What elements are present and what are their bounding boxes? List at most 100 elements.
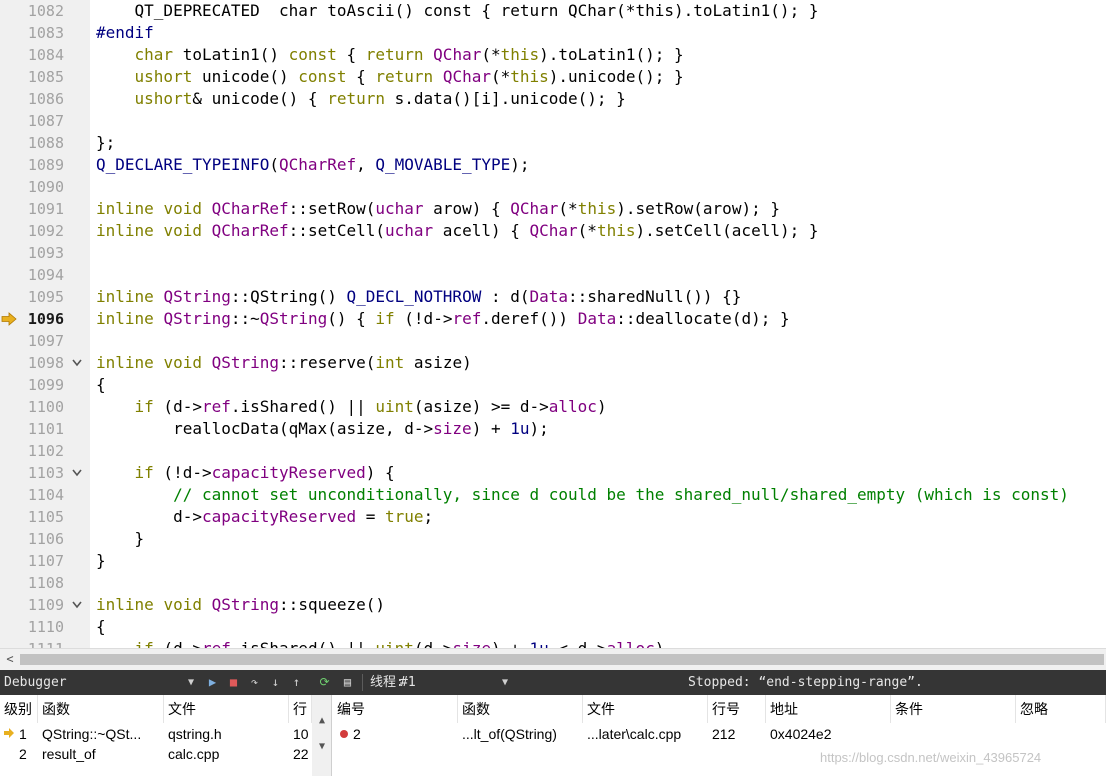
line-number[interactable]: 1083: [0, 22, 64, 44]
code-text[interactable]: // cannot set unconditionally, since d c…: [96, 484, 1069, 506]
bp-header-ignore[interactable]: 忽略: [1016, 695, 1106, 723]
code-line[interactable]: 1091 inline void QCharRef::setRow(uchar a…: [0, 198, 1106, 220]
stack-header-function[interactable]: 函数: [38, 695, 164, 723]
code-line[interactable]: 1093: [0, 242, 1106, 264]
code-text[interactable]: reallocData(qMax(asize, d->size) + 1u);: [96, 418, 549, 440]
code-line[interactable]: 1089 Q_DECLARE_TYPEINFO(QCharRef, Q_MOVAB…: [0, 154, 1106, 176]
stack-vertical-scrollbar[interactable]: ▲ ▼: [312, 695, 331, 776]
line-number[interactable]: 1105: [0, 506, 64, 528]
line-number[interactable]: 1109: [0, 594, 64, 616]
line-number[interactable]: 1108: [0, 572, 64, 594]
code-line[interactable]: 1085 ushort unicode() const { return QCh…: [0, 66, 1106, 88]
line-number[interactable]: 1095: [0, 286, 64, 308]
code-line[interactable]: 1102: [0, 440, 1106, 462]
code-text[interactable]: inline void QString::reserve(int asize): [96, 352, 472, 374]
line-number[interactable]: 1098: [0, 352, 64, 374]
stack-header-file[interactable]: 文件: [164, 695, 289, 723]
code-line[interactable]: 1105 d->capacityReserved = true;: [0, 506, 1106, 528]
line-number[interactable]: 1097: [0, 330, 64, 352]
bp-header-address[interactable]: 地址: [766, 695, 891, 723]
restart-icon[interactable]: ⟳: [316, 674, 333, 691]
code-line[interactable]: 1097: [0, 330, 1106, 352]
line-number[interactable]: 1094: [0, 264, 64, 286]
code-text[interactable]: inline void QCharRef::setRow(uchar arow)…: [96, 198, 780, 220]
continue-icon[interactable]: ▶: [204, 674, 221, 691]
step-out-icon[interactable]: ↑: [288, 674, 305, 691]
code-line[interactable]: 1099 {: [0, 374, 1106, 396]
line-number[interactable]: 1104: [0, 484, 64, 506]
code-line[interactable]: 1110 {: [0, 616, 1106, 638]
line-number[interactable]: 1091: [0, 198, 64, 220]
bp-header-number[interactable]: 编号: [333, 695, 458, 723]
line-number[interactable]: 1085: [0, 66, 64, 88]
code-line[interactable]: 1086 ushort& unicode() { return s.data()…: [0, 88, 1106, 110]
code-line[interactable]: 1094: [0, 264, 1106, 286]
scroll-left-icon[interactable]: <: [2, 651, 18, 667]
code-line[interactable]: 1084 char toLatin1() const { return QCha…: [0, 44, 1106, 66]
code-text[interactable]: inline void QCharRef::setCell(uchar acel…: [96, 220, 819, 242]
scroll-down-icon[interactable]: ▼: [312, 739, 331, 755]
code-line[interactable]: 1109 inline void QString::squeeze(): [0, 594, 1106, 616]
stack-header-level[interactable]: 级别: [0, 695, 38, 723]
code-text[interactable]: if (!d->capacityReserved) {: [96, 462, 395, 484]
line-number[interactable]: 1101: [0, 418, 64, 440]
code-text[interactable]: ushort unicode() const { return QChar(*t…: [96, 66, 684, 88]
stack-header-line[interactable]: 行: [289, 695, 312, 723]
line-number[interactable]: 1106: [0, 528, 64, 550]
bp-header-file[interactable]: 文件: [583, 695, 708, 723]
line-number[interactable]: 1099: [0, 374, 64, 396]
step-into-icon[interactable]: ↓: [267, 674, 284, 691]
line-number[interactable]: 1086: [0, 88, 64, 110]
scroll-up-icon[interactable]: ▲: [312, 713, 331, 729]
code-text[interactable]: Q_DECLARE_TYPEINFO(QCharRef, Q_MOVABLE_T…: [96, 154, 529, 176]
code-text[interactable]: if (d->ref.isShared() || uint(d->size) +…: [96, 638, 665, 648]
code-text[interactable]: inline QString::~QString() { if (!d->ref…: [96, 308, 790, 330]
code-line[interactable]: 1104 // cannot set unconditionally, sinc…: [0, 484, 1106, 506]
bp-header-condition[interactable]: 条件: [891, 695, 1016, 723]
code-line[interactable]: 1100 if (d->ref.isShared() || uint(asize…: [0, 396, 1106, 418]
code-text[interactable]: d->capacityReserved = true;: [96, 506, 433, 528]
horizontal-scrollbar[interactable]: <: [0, 648, 1106, 670]
code-line[interactable]: 1106 }: [0, 528, 1106, 550]
fold-chevron-icon[interactable]: [70, 352, 84, 374]
code-line[interactable]: 1095 inline QString::QString() Q_DECL_NOT…: [0, 286, 1106, 308]
scrollbar-thumb[interactable]: [20, 654, 1104, 665]
code-line[interactable]: 1083 #endif: [0, 22, 1106, 44]
line-number[interactable]: 1103: [0, 462, 64, 484]
code-line[interactable]: 1111 if (d->ref.isShared() || uint(d->si…: [0, 638, 1106, 648]
code-text[interactable]: inline void QString::squeeze(): [96, 594, 385, 616]
line-number[interactable]: 1088: [0, 132, 64, 154]
code-text[interactable]: #endif: [96, 22, 154, 44]
code-line[interactable]: 1108: [0, 572, 1106, 594]
fold-chevron-icon[interactable]: [70, 594, 84, 616]
code-text[interactable]: };: [96, 132, 115, 154]
stop-icon[interactable]: ■: [225, 674, 242, 691]
code-line[interactable]: 1096 inline QString::~QString() { if (!d-…: [0, 308, 1106, 330]
code-line[interactable]: 1103 if (!d->capacityReserved) {: [0, 462, 1106, 484]
code-line[interactable]: 1087: [0, 110, 1106, 132]
code-text[interactable]: ushort& unicode() { return s.data()[i].u…: [96, 88, 626, 110]
bp-header-function[interactable]: 函数: [458, 695, 583, 723]
line-number[interactable]: 1090: [0, 176, 64, 198]
line-number[interactable]: 1100: [0, 396, 64, 418]
code-text[interactable]: QT_DEPRECATED char toAscii() const { ret…: [96, 0, 819, 22]
code-text[interactable]: if (d->ref.isShared() || uint(asize) >= …: [96, 396, 607, 418]
line-number[interactable]: 1082: [0, 0, 64, 22]
code-line[interactable]: 1098 inline void QString::reserve(int asi…: [0, 352, 1106, 374]
code-text[interactable]: char toLatin1() const { return QChar(*th…: [96, 44, 684, 66]
code-line[interactable]: 1101 reallocData(qMax(asize, d->size) + …: [0, 418, 1106, 440]
code-text[interactable]: }: [96, 528, 145, 550]
line-number[interactable]: 1089: [0, 154, 64, 176]
code-text[interactable]: {: [96, 616, 106, 638]
thread-combo[interactable]: #1 ▼: [400, 673, 508, 692]
line-number[interactable]: 1084: [0, 44, 64, 66]
code-editor[interactable]: 1082 QT_DEPRECATED char toAscii() const …: [0, 0, 1106, 648]
line-number[interactable]: 1093: [0, 242, 64, 264]
code-line[interactable]: 1082 QT_DEPRECATED char toAscii() const …: [0, 0, 1106, 22]
stack-view[interactable]: 级别 函数 文件 行 1 QString::~QSt... qstring.h …: [0, 695, 332, 776]
bp-header-line[interactable]: 行号: [708, 695, 766, 723]
line-number[interactable]: 1110: [0, 616, 64, 638]
code-line[interactable]: 1090: [0, 176, 1106, 198]
line-number[interactable]: 1102: [0, 440, 64, 462]
line-number[interactable]: 1107: [0, 550, 64, 572]
